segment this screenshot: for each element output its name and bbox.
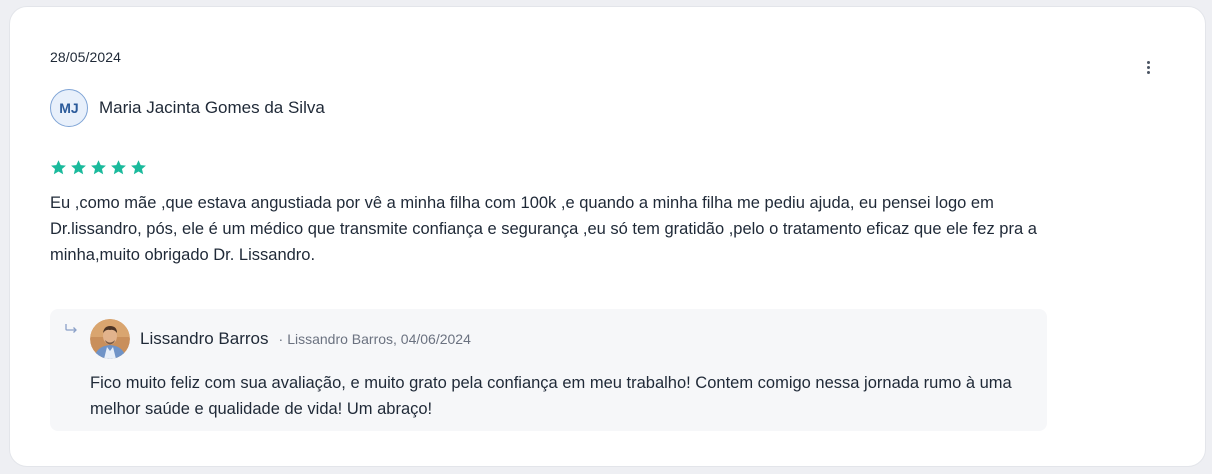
review-date: 28/05/2024 <box>50 49 122 65</box>
reply-header: Lissandro Barros · Lissandro Barros, 04/… <box>90 319 471 359</box>
review-card: 28/05/2024 MJ Maria Jacinta Gomes da Sil… <box>9 6 1206 467</box>
reply-meta-text: Lissandro Barros, 04/06/2024 <box>287 331 471 347</box>
review-text: Eu ,como mãe ,que estava angustiada por … <box>50 194 1037 264</box>
avatar: MJ <box>50 89 88 127</box>
reply-arrow-icon <box>65 324 77 333</box>
star-icon <box>131 160 146 175</box>
reply-meta: · Lissandro Barros, 04/06/2024 <box>279 331 471 347</box>
star-icon <box>91 160 106 175</box>
reply-box: Lissandro Barros · Lissandro Barros, 04/… <box>50 309 1047 431</box>
reviewer-name: Maria Jacinta Gomes da Silva <box>99 98 325 117</box>
reply-meta-separator: · <box>278 331 284 347</box>
star-icon <box>51 160 66 175</box>
star-rating <box>50 159 147 176</box>
star-icon <box>71 160 86 175</box>
more-options-button[interactable] <box>1138 57 1158 77</box>
more-vertical-icon <box>1146 60 1150 64</box>
reply-author-name: Lissandro Barros <box>140 329 269 348</box>
reviewer: MJ Maria Jacinta Gomes da Silva <box>50 89 325 127</box>
reply-text: Fico muito feliz com sua avaliação, e mu… <box>90 374 1012 418</box>
star-icon <box>111 160 126 175</box>
reply-author-avatar <box>90 319 130 359</box>
